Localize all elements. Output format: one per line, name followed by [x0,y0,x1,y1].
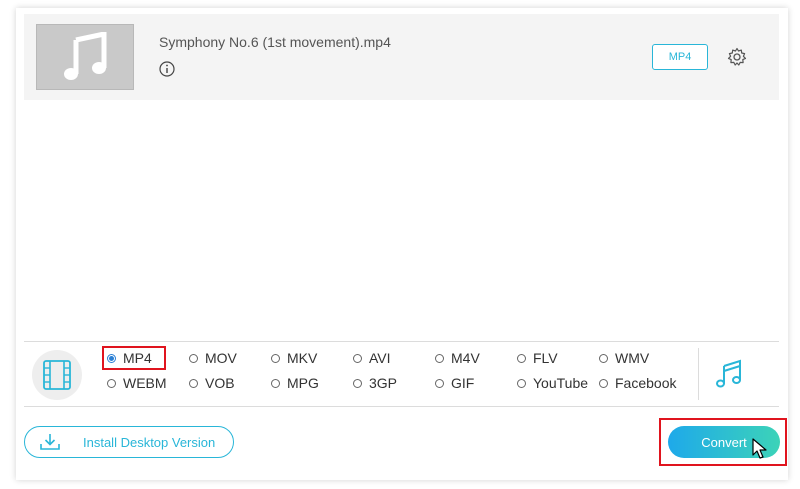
video-formats-tab[interactable] [32,350,82,400]
format-option-youtube[interactable]: YouTube [517,373,588,393]
file-row: Symphony No.6 (1st movement).mp4 MP4 [24,14,779,100]
format-option-mkv[interactable]: MKV [271,348,317,368]
radio-gif[interactable] [435,378,444,388]
radio-3gp[interactable] [353,378,362,388]
format-label: AVI [369,350,391,366]
format-label: YouTube [533,375,589,391]
radio-wmv[interactable] [599,353,608,363]
format-label: WEBM [123,375,167,391]
format-label: MPG [287,375,319,391]
format-option-mov[interactable]: MOV [189,348,237,368]
mouse-cursor-icon [752,438,767,459]
radio-mpg[interactable] [271,378,280,388]
format-option-avi[interactable]: AVI [353,348,391,368]
info-icon[interactable] [158,60,176,78]
format-label: FLV [533,350,558,366]
format-label: Facebook [615,375,677,391]
format-label: M4V [451,350,480,366]
radio-mkv[interactable] [271,353,280,363]
output-format-badge[interactable]: MP4 [652,44,708,70]
format-option-webm[interactable]: WEBM [107,373,167,393]
install-label: Install Desktop Version [83,434,216,450]
format-label: 3GP [369,375,398,391]
radio-flv[interactable] [517,353,526,363]
format-option-wmv[interactable]: WMV [599,348,649,368]
file-thumbnail [36,24,134,90]
format-option-facebook[interactable]: Facebook [599,373,676,393]
music-note-icon [64,32,107,80]
radio-webm[interactable] [107,378,116,388]
format-option-vob[interactable]: VOB [189,373,235,393]
format-option-m4v[interactable]: M4V [435,348,480,368]
radio-mov[interactable] [189,353,198,363]
file-name: Symphony No.6 (1st movement).mp4 [159,34,391,50]
format-label: MOV [205,350,237,366]
divider [698,348,699,400]
format-label: MKV [287,350,318,366]
radio-facebook[interactable] [599,378,608,388]
format-label: VOB [205,375,235,391]
format-option-gif[interactable]: GIF [435,373,474,393]
radio-vob[interactable] [189,378,198,388]
install-desktop-button[interactable]: Install Desktop Version [24,426,234,458]
radio-m4v[interactable] [435,353,444,363]
selected-format-highlight [102,346,166,370]
format-option-mpg[interactable]: MPG [271,373,319,393]
download-icon [40,434,60,450]
music-note-icon[interactable] [716,358,744,388]
format-option-flv[interactable]: FLV [517,348,558,368]
radio-youtube[interactable] [517,378,526,388]
gear-icon[interactable] [727,47,747,67]
convert-label: Convert [701,434,747,450]
format-label: WMV [615,350,650,366]
format-label: GIF [451,375,475,391]
format-option-3gp[interactable]: 3GP [353,373,397,393]
radio-avi[interactable] [353,353,362,363]
film-icon [43,360,71,390]
format-selector: MP4 MOV MKV AVI M4V FLV WMV WEBM VOB MPG… [24,341,779,407]
